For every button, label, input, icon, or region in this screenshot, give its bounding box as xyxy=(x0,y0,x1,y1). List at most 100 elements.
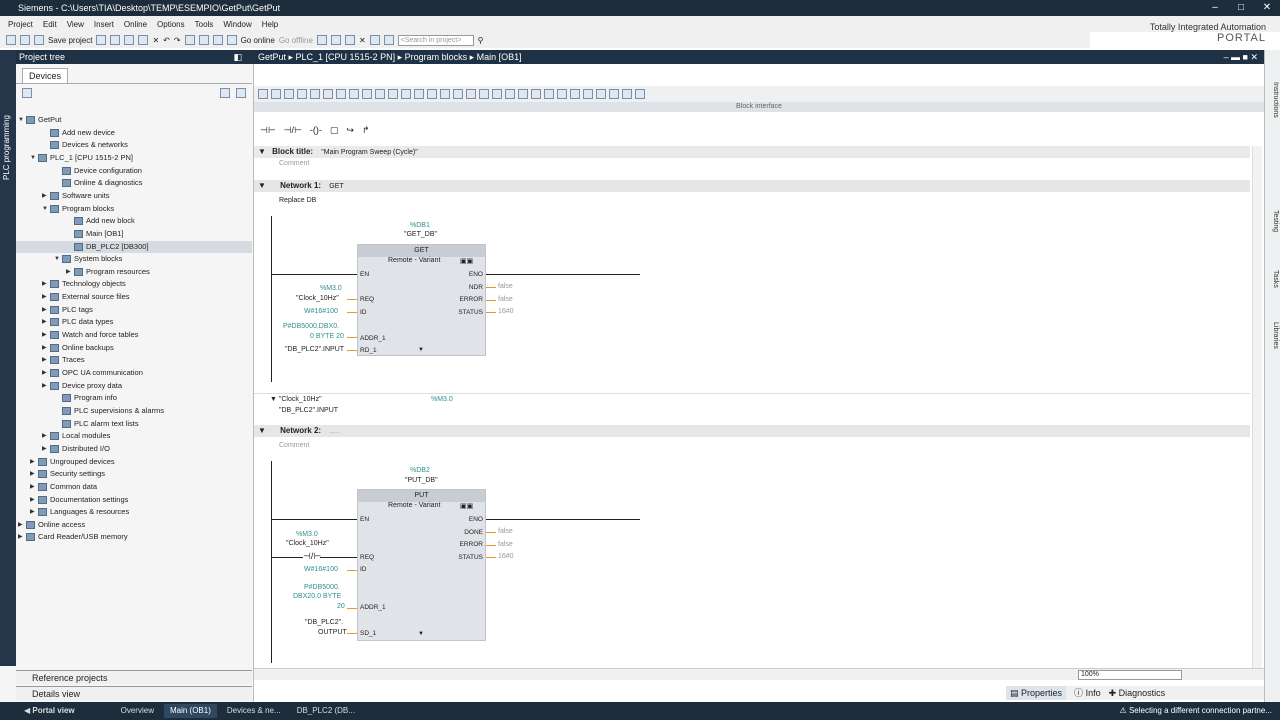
editor-tool-icon[interactable] xyxy=(453,89,463,99)
close-branch-icon[interactable]: ↱ xyxy=(362,125,370,136)
req-tag-2[interactable]: "Clock_10Hz" xyxy=(286,540,329,547)
db1-name[interactable]: "GET_DB" xyxy=(404,231,437,238)
network-2-comment[interactable]: Comment xyxy=(279,442,309,449)
search-input[interactable]: <Search in project> xyxy=(397,34,474,46)
editor-tool-icon[interactable] xyxy=(310,89,320,99)
nc-contact-icon[interactable]: ⊣/⊢ xyxy=(284,125,302,136)
tree-item[interactable]: ▶ Card Reader/USB memory xyxy=(16,531,128,543)
plc-programming-tab[interactable]: PLC programming xyxy=(0,50,16,666)
tree-item[interactable]: ▶ OPC UA communication xyxy=(16,367,143,379)
editor-tool-icon[interactable] xyxy=(349,89,359,99)
coil-icon[interactable]: -()- xyxy=(310,125,322,135)
editor-tab-main[interactable]: Main (OB1) xyxy=(163,704,217,718)
expand-icon[interactable]: ▼ xyxy=(418,631,424,637)
expand-arrow-icon[interactable]: ▶ xyxy=(42,443,50,455)
editor-tool-icon[interactable] xyxy=(544,89,554,99)
expand-arrow-icon[interactable]: ▶ xyxy=(42,304,50,316)
tree-item[interactable]: Add new device xyxy=(16,127,115,139)
vertical-scrollbar[interactable] xyxy=(1252,146,1262,668)
tree-item[interactable]: ▶ Distributed I/O xyxy=(16,443,110,455)
db2-name[interactable]: "PUT_DB" xyxy=(405,477,438,484)
collapse-icon[interactable]: ◧ xyxy=(233,50,242,64)
tree-item[interactable]: ▶ External source files xyxy=(16,291,130,303)
tree-item[interactable]: ▶ Watch and force tables xyxy=(16,329,138,341)
tree-item[interactable]: ▶ PLC tags xyxy=(16,304,93,316)
tree-item[interactable]: Device configuration xyxy=(16,165,142,177)
editor-tool-icon[interactable] xyxy=(401,89,411,99)
stop-cpu-icon[interactable] xyxy=(344,35,355,45)
download-icon[interactable] xyxy=(198,35,209,45)
editor-tool-icon[interactable] xyxy=(505,89,515,99)
go-online-button[interactable]: Go online xyxy=(241,36,275,45)
go-offline-button[interactable]: Go offline xyxy=(279,36,313,45)
id-value-2[interactable]: W#16#100 xyxy=(304,566,338,573)
expand-arrow-icon[interactable]: ▶ xyxy=(18,519,26,531)
print-icon[interactable] xyxy=(96,35,107,45)
redo-icon[interactable]: ↷ xyxy=(174,36,181,45)
editor-tool-icon[interactable] xyxy=(531,89,541,99)
tree-item[interactable]: ▼ System blocks xyxy=(16,253,122,265)
cut-icon[interactable] xyxy=(110,35,121,45)
overview-icon[interactable] xyxy=(22,88,32,98)
tree-item[interactable]: Devices & networks xyxy=(16,139,128,151)
tree-item[interactable]: ▼ GetPut xyxy=(16,114,61,126)
editor-tool-icon[interactable] xyxy=(635,89,645,99)
portal-view-button[interactable]: ◀ Portal view xyxy=(18,704,81,718)
copy-icon[interactable] xyxy=(124,35,135,45)
tree-item[interactable]: ▶ Online access xyxy=(16,519,85,531)
tree-item[interactable]: ▶ Documentation settings xyxy=(16,494,128,506)
menu-item-window[interactable]: Window xyxy=(223,20,251,29)
expand-arrow-icon[interactable]: ▶ xyxy=(42,342,50,354)
tree-item[interactable]: ▶ Device proxy data xyxy=(16,380,122,392)
cross-reference-icon[interactable]: ✕ xyxy=(359,36,366,45)
tab-instructions[interactable]: Instructions xyxy=(1267,82,1279,118)
expand-arrow-icon[interactable]: ▼ xyxy=(18,114,26,126)
editor-tool-icon[interactable] xyxy=(271,89,281,99)
editor-tool-icon[interactable] xyxy=(336,89,346,99)
menu-item-tools[interactable]: Tools xyxy=(195,20,214,29)
expand-arrow-icon[interactable]: ▶ xyxy=(30,506,38,518)
editor-window-controls[interactable]: – ▬ ■ ✕ xyxy=(1224,50,1258,64)
open-project-icon[interactable] xyxy=(20,35,30,45)
view-icon[interactable] xyxy=(220,88,230,98)
editor-tool-icon[interactable] xyxy=(492,89,502,99)
put-function-block[interactable]: PUT Remote - Variant ▣▣ EN REQ ID ADDR_1… xyxy=(357,489,486,641)
empty-box-icon[interactable]: ▢ xyxy=(330,125,339,136)
addr1-value-1[interactable]: P#DB5000.DBX0. xyxy=(283,323,339,330)
tree-item[interactable]: ▶ Languages & resources xyxy=(16,506,129,518)
menu-item-view[interactable]: View xyxy=(67,20,84,29)
menu-item-insert[interactable]: Insert xyxy=(94,20,114,29)
expand-arrow-icon[interactable]: ▼ xyxy=(42,203,50,215)
split-horizontal-icon[interactable] xyxy=(369,35,380,45)
expand-arrow-icon[interactable]: ▶ xyxy=(42,291,50,303)
minimize-icon[interactable]: – xyxy=(1202,0,1228,16)
block-comment[interactable]: Comment xyxy=(279,160,309,167)
nc-contact[interactable]: ⊣/⊢ xyxy=(303,551,321,562)
tree-item[interactable]: Add new block xyxy=(16,215,135,227)
tree-item[interactable]: ▶ Ungrouped devices xyxy=(16,456,115,468)
editor-tool-icon[interactable] xyxy=(323,89,333,99)
menu-item-online[interactable]: Online xyxy=(124,20,147,29)
simulation-icon[interactable] xyxy=(226,35,237,45)
tree-item[interactable]: ▼ PLC_1 [CPU 1515-2 PN] xyxy=(16,152,133,164)
config-icon[interactable]: ▣▣ xyxy=(460,502,473,510)
tab-diagnostics[interactable]: ✚ Diagnostics xyxy=(1109,686,1166,700)
tree-item[interactable]: ▶ Technology objects xyxy=(16,278,126,290)
editor-tool-icon[interactable] xyxy=(557,89,567,99)
req-tag-1[interactable]: "Clock_10Hz" xyxy=(296,295,339,302)
accessible-devices-icon[interactable] xyxy=(316,35,327,45)
id-value-1[interactable]: W#16#100 xyxy=(304,308,338,315)
tab-info[interactable]: ⓘ Info xyxy=(1074,686,1101,700)
tree-item[interactable]: Main [OB1] xyxy=(16,228,124,240)
save-icon[interactable] xyxy=(34,35,44,45)
block-interface-bar[interactable]: Block interface xyxy=(254,102,1264,112)
new-project-icon[interactable] xyxy=(6,35,16,45)
expand-arrow-icon[interactable]: ▶ xyxy=(18,531,26,543)
menu-item-options[interactable]: Options xyxy=(157,20,185,29)
editor-tool-icon[interactable] xyxy=(479,89,489,99)
details-view[interactable]: Details view xyxy=(16,686,252,700)
maximize-icon[interactable]: □ xyxy=(1228,0,1254,16)
tag-table-name-1[interactable]: ▼ "Clock_10Hz" xyxy=(270,396,322,403)
tab-testing[interactable]: Testing xyxy=(1267,210,1279,232)
tree-item[interactable]: PLC supervisions & alarms xyxy=(16,405,164,417)
